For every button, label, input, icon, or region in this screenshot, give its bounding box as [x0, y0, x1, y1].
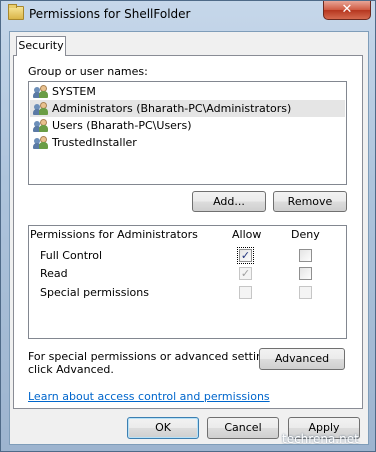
list-item-users[interactable]: Users (Bharath-PC\Users) [30, 117, 345, 134]
list-item-label: SYSTEM [52, 85, 96, 98]
list-item-system[interactable]: SYSTEM [30, 83, 345, 100]
folder-icon [8, 4, 24, 20]
full-control-deny-checkbox[interactable] [299, 249, 312, 262]
list-item-administrators[interactable]: Administrators (Bharath-PC\Administrator… [30, 100, 345, 117]
close-icon: ✕ [341, 2, 353, 17]
advanced-button[interactable]: Advanced [259, 348, 345, 370]
cancel-button[interactable]: Cancel [207, 417, 279, 439]
watermark-text: techrena.net [282, 432, 359, 446]
user-group-icon [33, 119, 48, 132]
special-allow-checkbox [239, 286, 252, 299]
read-allow-checkbox: ✓ [239, 267, 252, 280]
tab-security[interactable]: Security [16, 36, 66, 56]
user-group-icon [33, 85, 48, 98]
remove-button[interactable]: Remove [273, 191, 347, 212]
access-control-help-link[interactable]: Learn about access control and permissio… [28, 390, 270, 403]
advanced-hint-line2: click Advanced. [28, 363, 114, 376]
add-button[interactable]: Add... [192, 191, 266, 212]
ok-button[interactable]: OK [127, 417, 199, 439]
group-user-names-label: Group or user names: [28, 65, 148, 78]
window-title: Permissions for ShellFolder [29, 7, 191, 21]
user-group-icon [33, 102, 48, 115]
list-item-label: Administrators (Bharath-PC\Administrator… [52, 102, 292, 115]
permissions-list [28, 225, 347, 339]
user-group-icon [33, 136, 48, 149]
full-control-allow-checkbox[interactable]: ✓ [237, 247, 254, 264]
permission-label-special: Special permissions [40, 286, 149, 299]
deny-column-header: Deny [291, 228, 320, 241]
title-bar[interactable]: Permissions for ShellFolder ✕ [1, 1, 376, 27]
list-item-label: TrustedInstaller [52, 136, 137, 149]
read-deny-checkbox[interactable] [299, 267, 312, 280]
allow-column-header: Allow [232, 228, 262, 241]
list-item-label: Users (Bharath-PC\Users) [52, 119, 192, 132]
permissions-dialog-window: Permissions for ShellFolder ✕ Security G… [0, 0, 376, 452]
permission-label-read: Read [40, 267, 68, 280]
permissions-header: Permissions for Administrators [30, 228, 198, 241]
list-item-trustedinstaller[interactable]: TrustedInstaller [30, 134, 345, 151]
close-button[interactable]: ✕ [323, 1, 371, 20]
advanced-hint-line1: For special permissions or advanced sett… [28, 350, 280, 363]
special-deny-checkbox [299, 286, 312, 299]
user-list[interactable]: SYSTEM Administrators (Bharath-PC\Admini… [28, 81, 347, 185]
permission-label-full-control: Full Control [40, 249, 103, 262]
